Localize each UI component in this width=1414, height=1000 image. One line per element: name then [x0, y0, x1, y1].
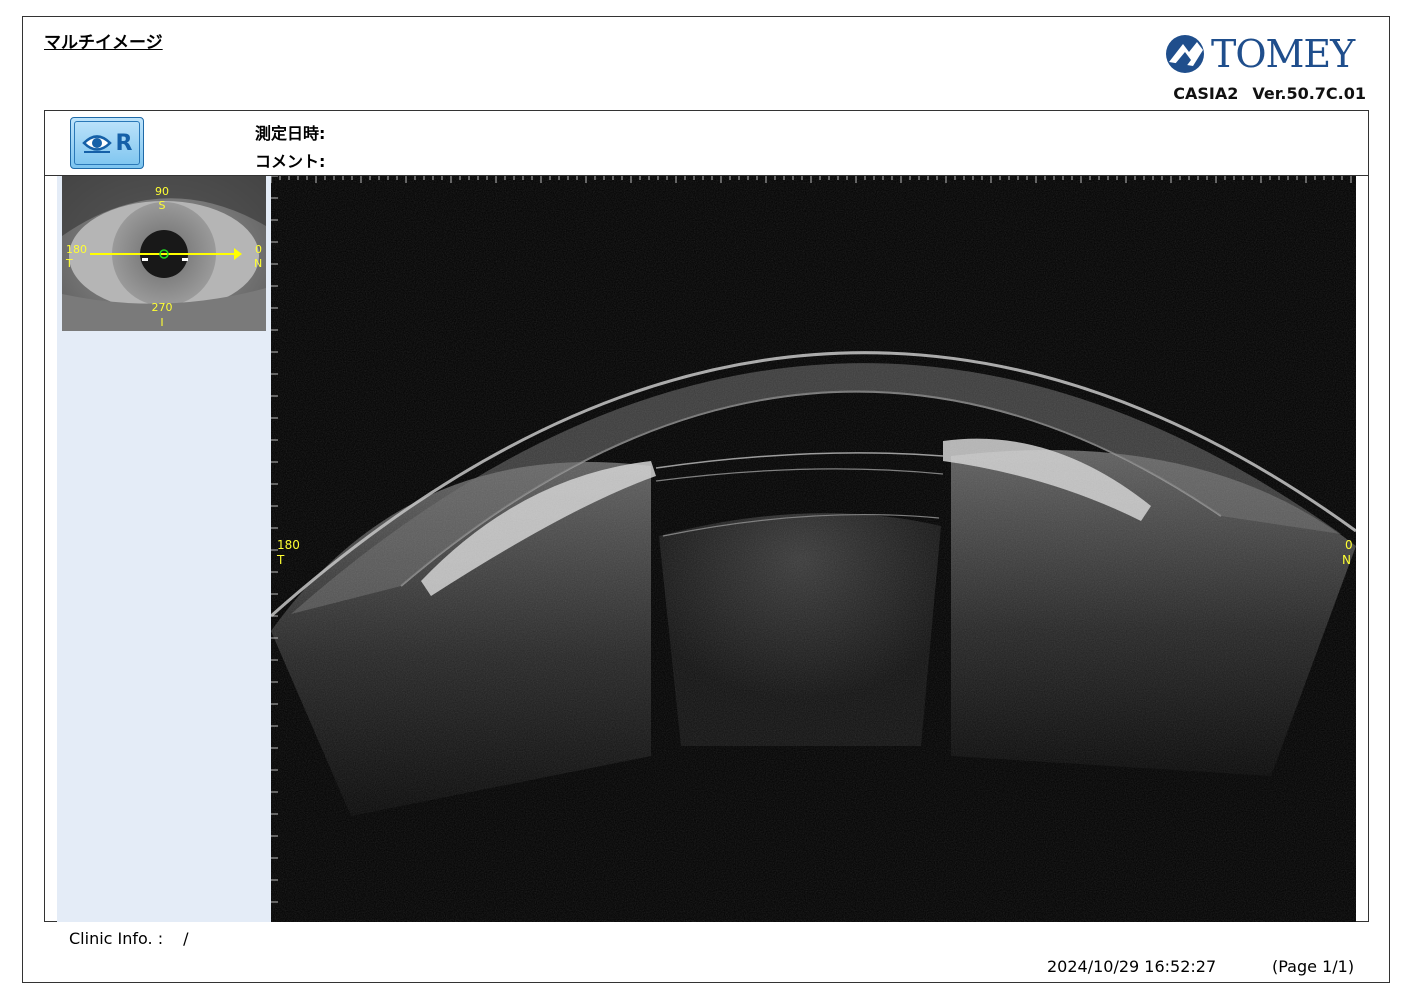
thumb-angle-right: 0 — [255, 243, 262, 256]
report-panel: R 測定日時: コメント: 90 S 180 T 0 N 270 I 180 T… — [44, 110, 1369, 922]
model-name: CASIA2 — [1173, 84, 1239, 103]
thumb-angle-left: 180 — [66, 243, 87, 256]
thumb-dir-bottom: I — [160, 316, 163, 329]
eye-icon — [81, 135, 112, 153]
brand-name: TOMEY — [1211, 32, 1355, 76]
eye-side-label: R — [115, 130, 133, 156]
oct-scan-image[interactable]: 180 T 0 N — [271, 176, 1356, 922]
print-datetime: 2024/10/29 16:52:27 — [1047, 957, 1217, 976]
eye-select-button[interactable]: R — [70, 117, 144, 169]
clinic-info-label: Clinic Info. : — [69, 929, 164, 948]
oct-dir-left: T — [276, 553, 285, 567]
report-title: マルチイメージ — [44, 33, 163, 53]
page-indicator: (Page 1/1) — [1272, 957, 1355, 976]
header-row: R 測定日時: コメント: — [45, 111, 1368, 176]
clinic-info: Clinic Info. : / — [69, 929, 188, 948]
eye-thumbnail[interactable]: 90 S 180 T 0 N 270 I — [62, 176, 266, 331]
comment-label: コメント: — [255, 152, 326, 171]
tomey-logo-icon — [1166, 35, 1204, 73]
measurement-date-label: 測定日時: — [255, 124, 326, 143]
clinic-info-value: / — [183, 929, 189, 948]
oct-angle-right: 0 — [1345, 538, 1353, 552]
thumb-angle-bottom: 270 — [152, 301, 173, 314]
oct-angle-left: 180 — [277, 538, 300, 552]
thumb-dir-right: N — [254, 257, 262, 270]
thumb-dir-top: S — [159, 199, 166, 212]
model-version: CASIA2 Ver.50.7C.01 — [1159, 84, 1366, 103]
thumb-dir-left: T — [65, 257, 73, 270]
sidebar: 90 S 180 T 0 N 270 I — [57, 176, 271, 922]
oct-dir-right: N — [1342, 553, 1351, 567]
brand-logo: TOMEY — [1163, 32, 1355, 76]
version-label: Ver.50.7C.01 — [1252, 84, 1366, 103]
thumb-angle-top: 90 — [155, 185, 169, 198]
